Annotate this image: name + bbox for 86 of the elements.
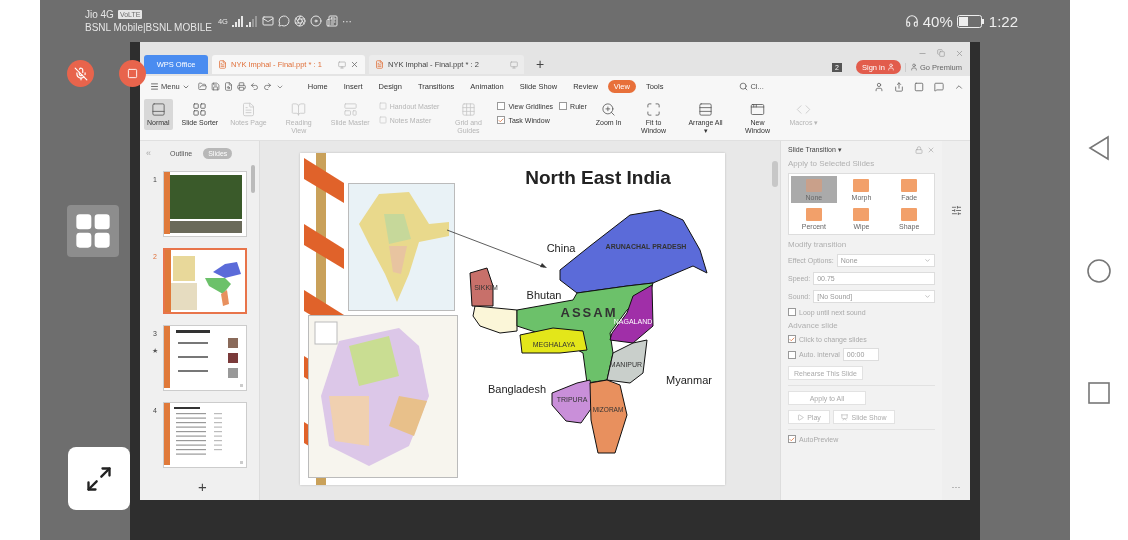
carrier-name: BSNL Mobile|BSNL MOBILE (85, 22, 212, 33)
more-notifications: ··· (341, 15, 352, 27)
chat-icon (277, 15, 290, 27)
play-icon (797, 413, 805, 421)
search-icon (739, 82, 749, 91)
state-label: ASSAM (560, 304, 618, 320)
new-tab-button[interactable]: + (528, 56, 553, 74)
browser-icon (293, 15, 306, 27)
screen-icon (841, 413, 849, 421)
carrier-name: Jio 4G (85, 9, 114, 20)
grid-icon (192, 102, 208, 117)
lock-icon[interactable] (915, 146, 923, 154)
signal-icon (231, 15, 258, 27)
share-icon[interactable] (894, 81, 904, 92)
news-icon (325, 15, 338, 27)
monitor-icon[interactable] (510, 60, 518, 69)
mic-off-icon (73, 66, 88, 81)
grid-icon (73, 211, 113, 251)
square-icon (127, 68, 138, 79)
grid-icon (460, 102, 476, 117)
scrollbar-thumb[interactable] (772, 161, 778, 187)
square-icon (378, 102, 387, 110)
scrollbar-thumb[interactable] (251, 165, 255, 193)
fit-window-icon (646, 102, 661, 117)
back-icon[interactable] (1088, 135, 1110, 161)
checkbox[interactable] (788, 350, 796, 359)
headphones-icon (904, 14, 919, 28)
checkbox[interactable] (788, 335, 796, 343)
close-icon[interactable] (350, 60, 359, 69)
print-icon[interactable] (236, 82, 246, 91)
country-label: Bhutan (526, 289, 562, 301)
user-icon[interactable] (874, 81, 884, 92)
map-region (472, 305, 518, 334)
disc-icon (309, 15, 322, 27)
slide-title: North East India (524, 167, 672, 189)
checkbox[interactable] (788, 308, 796, 316)
recents-icon[interactable] (1087, 381, 1111, 405)
close-icon[interactable] (955, 49, 964, 58)
user-icon (909, 63, 918, 71)
save-icon[interactable] (210, 82, 220, 91)
clock: 1:22 (988, 12, 1018, 30)
grid-button[interactable] (67, 205, 119, 257)
checkbox[interactable] (497, 102, 506, 110)
battery-icon (956, 14, 985, 28)
redo-icon[interactable] (262, 82, 272, 91)
undo-icon[interactable] (249, 82, 259, 91)
home-icon[interactable] (1086, 258, 1112, 284)
folder-icon[interactable] (197, 82, 207, 91)
checkbox[interactable] (497, 116, 506, 124)
normal-view-icon (150, 102, 166, 117)
add-slide-button[interactable]: + (192, 477, 213, 496)
mail-icon (261, 15, 274, 27)
country-label: Bangladesh (487, 383, 547, 395)
user-icon (886, 63, 895, 71)
rows-icon (698, 102, 713, 117)
check-icon (789, 335, 795, 343)
maximize-icon[interactable] (937, 49, 945, 57)
menu-icon (150, 82, 159, 91)
checkbox[interactable] (788, 435, 796, 443)
book-icon (291, 102, 307, 117)
template-icon (342, 102, 358, 117)
square-icon[interactable] (914, 81, 924, 92)
country-label: China (546, 242, 576, 254)
check-icon (789, 435, 795, 443)
caret-icon (924, 257, 931, 264)
fullscreen-button[interactable] (68, 447, 130, 510)
settings-icon[interactable] (950, 205, 962, 216)
zoom-in-icon (601, 102, 617, 117)
country-label: Myanmar (666, 374, 712, 386)
battery-percent: 40% (922, 12, 953, 30)
check-icon (498, 116, 505, 124)
close-icon[interactable] (927, 146, 935, 154)
expand-icon (85, 464, 113, 493)
document-icon (218, 60, 227, 69)
checkbox[interactable] (559, 102, 568, 110)
square-icon (378, 116, 387, 124)
section-heading: Modify transition (788, 240, 848, 249)
monitor-icon[interactable] (338, 60, 346, 69)
code-icon (796, 102, 812, 117)
more-button[interactable]: ··· (951, 482, 961, 492)
comment-icon[interactable] (934, 81, 944, 92)
caret-icon (924, 293, 931, 300)
document-icon (375, 60, 384, 69)
preview-icon[interactable] (223, 82, 233, 91)
window-icon (750, 102, 765, 117)
page-icon (240, 102, 256, 117)
